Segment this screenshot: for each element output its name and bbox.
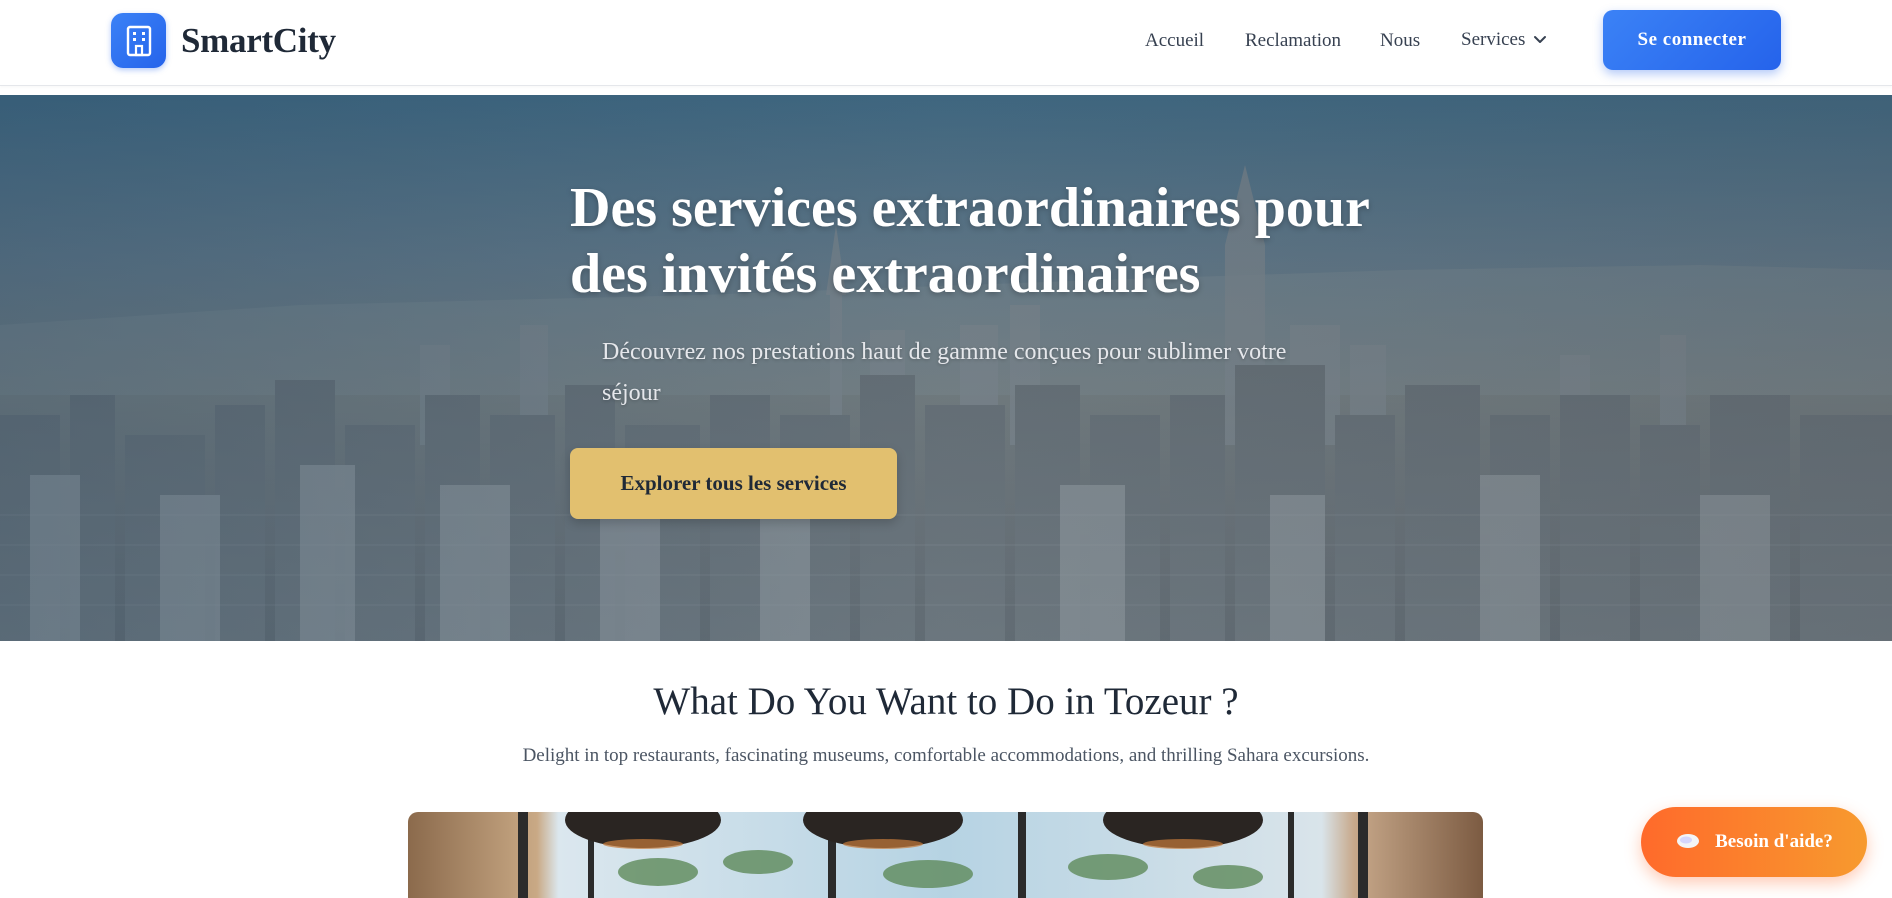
nav-nous[interactable]: Nous (1380, 30, 1420, 52)
help-chat-button[interactable]: Besoin d'aide? (1641, 807, 1867, 877)
chevron-down-icon (1534, 36, 1547, 43)
login-button[interactable]: Se connecter (1603, 10, 1781, 70)
nav-services-label: Services (1461, 29, 1526, 50)
nav-reclamation[interactable]: Reclamation (1245, 30, 1341, 52)
hero-title: Des services extraordinaires pour des in… (570, 177, 1369, 305)
site-header: SmartCity Accueil Reclamation Nous Servi… (0, 0, 1892, 86)
building-icon (111, 13, 166, 68)
chat-bubble-icon (1677, 834, 1700, 848)
explore-services-button[interactable]: Explorer tous les services (570, 448, 897, 519)
restaurant-image (408, 812, 1483, 898)
section-title: What Do You Want to Do in Tozeur ? (653, 680, 1239, 723)
section-subtitle: Delight in top restaurants, fascinating … (522, 745, 1370, 766)
hero-section: Des services extraordinaires pour des in… (0, 95, 1892, 641)
nav-accueil[interactable]: Accueil (1145, 30, 1204, 52)
help-label: Besoin d'aide? (1715, 831, 1833, 852)
brand[interactable]: SmartCity (111, 13, 336, 68)
brand-name: SmartCity (181, 20, 336, 60)
restaurant-illustration (518, 812, 1368, 898)
nav-services-dropdown[interactable]: Services (1461, 29, 1547, 51)
hero-subtitle: Découvrez nos prestations haut de gamme … (602, 339, 1287, 406)
